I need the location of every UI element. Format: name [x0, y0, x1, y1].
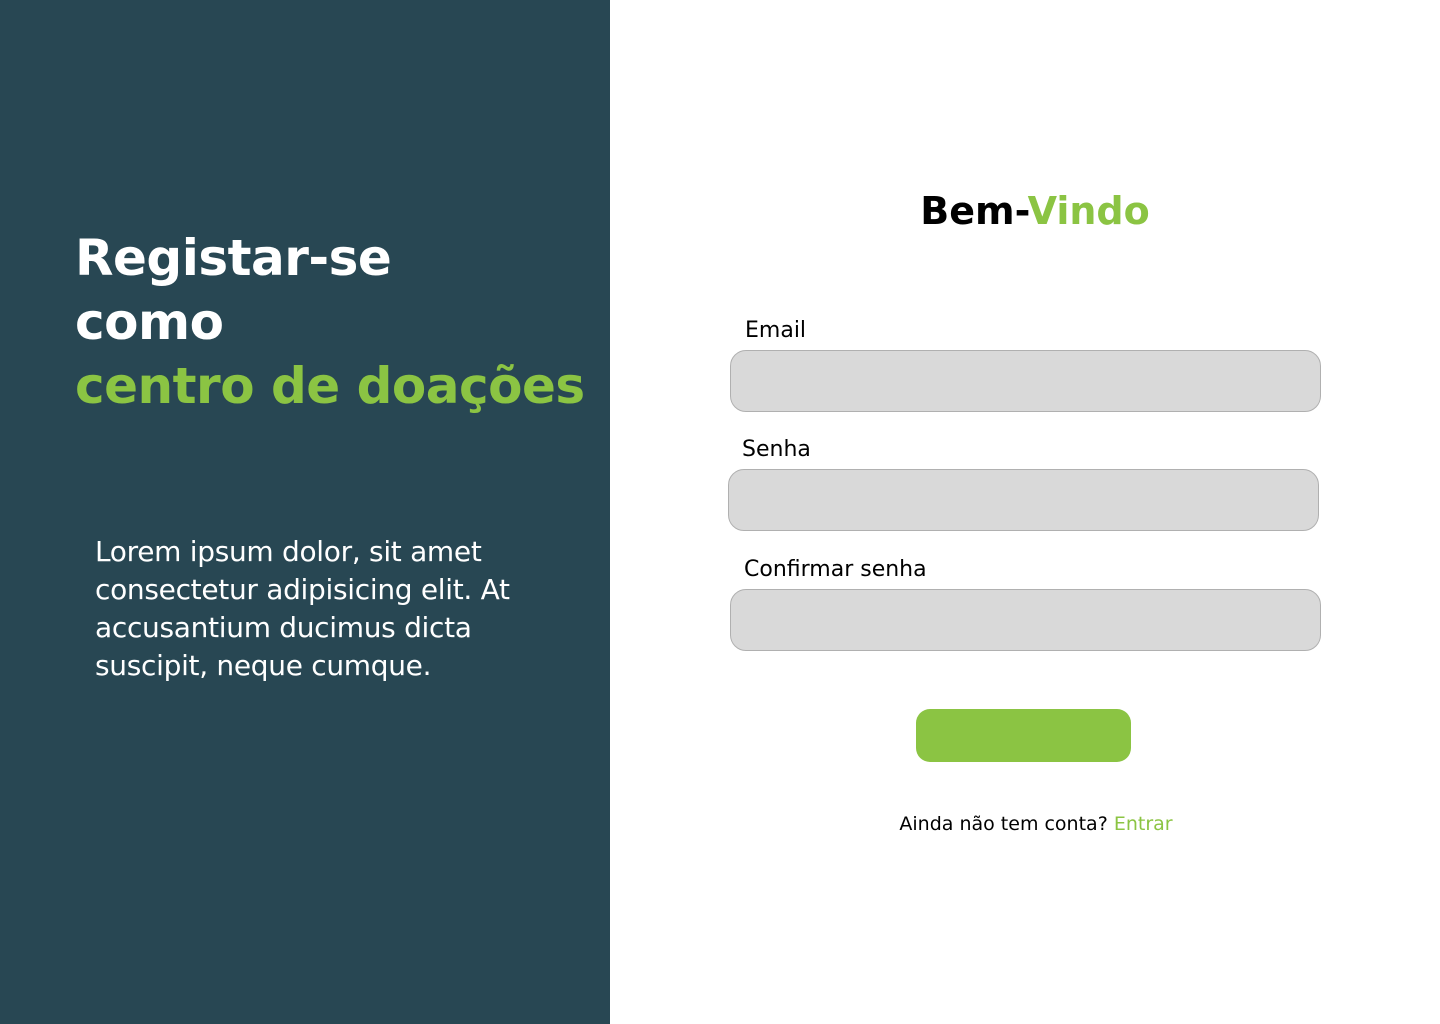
- password-field[interactable]: [728, 469, 1319, 531]
- confirm-password-label: Confirmar senha: [744, 557, 927, 582]
- hero-description: Lorem ipsum dolor, sit amet consectetur …: [95, 535, 510, 682]
- left-panel: Registar-se como centro de doações Lorem…: [0, 0, 610, 1024]
- hero-title-line-3: centro de doações: [75, 357, 585, 415]
- confirm-password-field[interactable]: [730, 589, 1321, 651]
- welcome-text-part-2: Vindo: [1027, 189, 1150, 233]
- hero-title: Registar-se como centro de doações: [75, 226, 585, 418]
- hero-title-line-2: como: [75, 293, 224, 351]
- signup-prompt: Ainda não tem conta? Entrar: [610, 812, 1440, 836]
- welcome-heading: Bem-Vindo: [610, 188, 1440, 234]
- signin-link[interactable]: Entrar: [1114, 813, 1173, 835]
- email-label: Email: [745, 318, 807, 343]
- welcome-text-part-1: Bem-: [920, 189, 1028, 233]
- signup-prompt-text: Ainda não tem conta?: [899, 813, 1114, 835]
- email-field[interactable]: [730, 350, 1321, 412]
- password-label: Senha: [742, 437, 811, 462]
- hero-title-line-1: Registar-se: [75, 229, 392, 287]
- login-panel: Bem-Vindo Email Senha Confirmar senha Ai…: [610, 0, 1440, 1024]
- submit-button[interactable]: [916, 709, 1131, 762]
